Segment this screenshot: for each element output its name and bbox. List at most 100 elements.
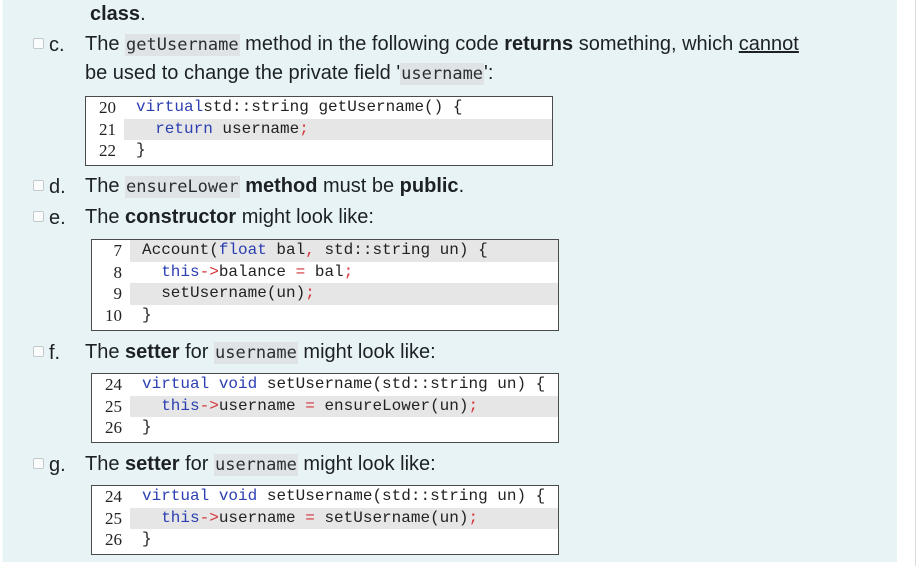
window-edge [915,0,916,566]
code-keyword: float [218,241,267,259]
code-operator: ; [305,284,315,302]
code-keyword: void [218,375,258,393]
line-number: 21 [99,119,116,139]
option-text-line-1: The constructor might look like: [85,203,374,232]
code-text: } [130,529,558,551]
text: must be [317,175,400,197]
bold-text: class [90,3,141,25]
code-token: } [142,305,152,324]
code-token: balance [218,262,296,281]
code-line: 25 this->username = ensureLower(un); [92,395,558,417]
code-line: 10} [92,305,558,327]
code-operator: = [295,262,306,281]
code-operator: , [305,241,315,259]
code-operator: = [305,396,315,415]
previous-option-tail: class. [90,0,146,28]
text: method in the following code [239,33,505,55]
code-token: username [212,119,300,138]
inline-code: username [400,63,485,85]
bold-text: setter [125,453,180,475]
bold-text: public [399,175,459,197]
punctuation: . [140,3,146,25]
option-letter: g. [49,454,66,476]
code-line: 25 this->username = setUsername(un); [92,507,558,529]
code-text: this->balance = bal; [130,262,558,284]
option-e-checkbox[interactable] [33,211,44,222]
option-c-checkbox[interactable] [33,38,44,49]
code-operator: -> [199,508,219,527]
code-operator: ; [468,508,479,527]
option-letter: f. [49,342,61,364]
code-token: setUsername(un) [314,508,469,527]
code-block: 24 virtual void setUsername(std::string u… [91,373,559,443]
line-number: 9 [113,284,123,303]
underlined-text: cannot [738,33,799,55]
code-token: setUsername(std::string un) { [257,375,546,393]
bold-text: method [245,175,318,197]
code-text: } [130,417,558,439]
code-text: } [130,305,558,327]
code-line: 9 setUsername(un); [92,283,558,305]
line-number: 8 [113,262,123,282]
line-number: 20 [99,98,116,117]
code-operator: ; [468,396,479,415]
code-token: std::string getUsername() { [203,98,463,116]
code-line: 26} [92,529,558,551]
code-keyword: virtual [136,98,204,116]
code-line: 20 virtualstd::string getUsername() { [86,97,552,119]
code-line: 7 Account(float bal, std::string un) { [92,240,558,262]
option-letter: d. [49,176,66,198]
code-token: ensureLower(un) [314,396,469,415]
option-g-checkbox[interactable] [33,458,44,469]
code-keyword: this [161,262,200,281]
code-text: Account(float bal, std::string un) { [130,240,558,262]
text: . [458,175,465,197]
line-number: 25 [105,396,122,416]
code-line: 24 virtual void setUsername(std::string u… [92,374,558,396]
text: for [179,341,214,363]
option-d-checkbox[interactable] [33,180,44,191]
code-token: setUsername(std::string un) { [257,487,546,505]
inline-code: ensureLower [125,176,240,198]
option-letter: c. [49,34,65,56]
line-number: 22 [99,141,116,160]
line-number: 26 [105,530,122,549]
code-token: } [142,530,152,548]
line-number: 7 [113,241,123,260]
code-token: username [218,508,306,527]
text: might look like: [236,206,374,228]
text: might look like: [297,453,436,475]
code-token: bal [305,262,344,281]
line-number: 24 [105,487,122,506]
code-token: username [218,396,306,415]
code-token: } [136,141,146,159]
question-panel: class. c. The getUsername method in the … [2,0,897,562]
option-f-checkbox[interactable] [33,346,44,357]
inline-code: username [213,454,298,476]
code-operator: = [305,508,315,527]
code-text: virtual void setUsername(std::string un)… [130,486,558,508]
code-block: 20 virtualstd::string getUsername() {21 r… [85,96,553,166]
text: something, which [573,33,739,55]
code-line: 22} [86,140,552,162]
code-keyword: this [161,396,200,415]
bold-text: constructor [125,206,237,228]
code-text: } [124,140,552,162]
text: ': [484,62,494,84]
code-block: 24 virtual void setUsername(std::string u… [91,485,559,555]
code-line: 21 return username; [86,118,552,140]
code-keyword: virtual [142,375,210,393]
code-operator: -> [199,262,219,281]
code-line: 8 this->balance = bal; [92,262,558,284]
text: for [179,453,214,475]
code-text: virtual void setUsername(std::string un)… [130,374,558,396]
bold-text: setter [125,341,180,363]
line-number: 26 [105,418,122,437]
option-letter: e. [49,207,66,229]
